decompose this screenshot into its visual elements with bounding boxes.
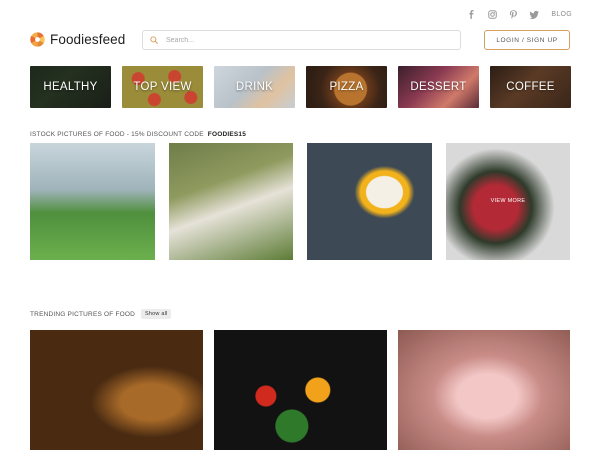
pinterest-icon[interactable] <box>509 9 518 19</box>
social-links: BLOG <box>467 9 572 19</box>
logo-text: Foodiesfeed <box>50 32 126 47</box>
category-pizza[interactable]: PIZZA <box>306 66 387 108</box>
search-bar[interactable] <box>142 30 461 50</box>
category-label: PIZZA <box>329 81 364 93</box>
trending-photo-strawberry-splash[interactable] <box>398 330 570 450</box>
category-label: HEALTHY <box>43 81 98 93</box>
category-top-view[interactable]: TOP VIEW <box>122 66 203 108</box>
istock-photo-vegetable-shopper[interactable] <box>169 143 293 260</box>
istock-heading: ISTOCK PICTURES OF FOOD - 15% DISCOUNT C… <box>30 131 246 138</box>
istock-photo-strawberries[interactable]: VIEW MORE <box>446 143 570 260</box>
category-drink[interactable]: DRINK <box>214 66 295 108</box>
show-all-button[interactable]: Show all <box>141 309 172 319</box>
category-label: TOP VIEW <box>133 81 192 93</box>
istock-photo-egg-asparagus[interactable] <box>307 143 432 260</box>
category-coffee[interactable]: COFFEE <box>490 66 571 108</box>
category-healthy[interactable]: HEALTHY <box>30 66 111 108</box>
logo-icon <box>30 32 45 47</box>
twitter-icon[interactable] <box>530 10 540 19</box>
site-logo[interactable]: Foodiesfeed <box>30 32 125 47</box>
trending-heading-text: TRENDING PICTURES OF FOOD <box>30 310 136 318</box>
search-input[interactable] <box>166 36 456 44</box>
istock-photo-scientist[interactable] <box>30 143 155 260</box>
category-label: COFFEE <box>506 81 555 93</box>
view-more-label: VIEW MORE <box>490 198 526 204</box>
facebook-icon[interactable] <box>467 9 476 19</box>
category-dessert[interactable]: DESSERT <box>398 66 479 108</box>
instagram-icon[interactable] <box>488 9 498 19</box>
trending-heading: TRENDING PICTURES OF FOOD Show all <box>30 309 172 319</box>
login-signup-button[interactable]: LOGIN / SIGN UP <box>484 30 570 50</box>
discount-code[interactable]: FOODIES15 <box>208 131 246 138</box>
trending-photo-burger[interactable] <box>30 330 203 450</box>
istock-heading-text: ISTOCK PICTURES OF FOOD - 15% DISCOUNT C… <box>30 131 204 138</box>
category-label: DESSERT <box>410 81 467 93</box>
blog-link[interactable]: BLOG <box>551 11 572 18</box>
search-icon <box>150 36 158 44</box>
category-label: DRINK <box>235 81 274 93</box>
trending-photo-vegetables[interactable] <box>214 330 387 450</box>
